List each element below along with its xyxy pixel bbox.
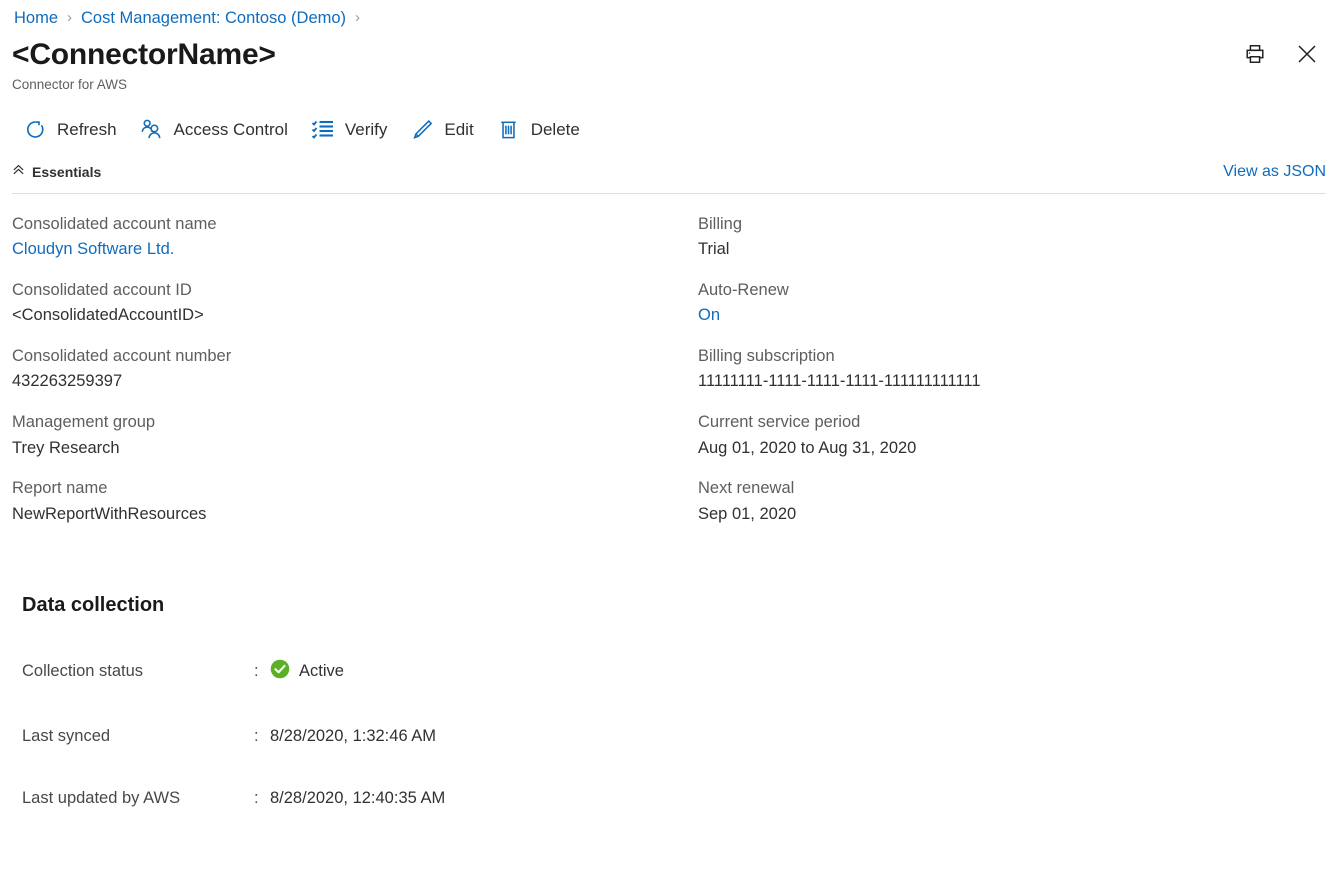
property-value: <ConsolidatedAccountID>: [12, 306, 204, 325]
property-label: Consolidated account name: [12, 214, 217, 233]
status-text: Active: [299, 662, 344, 681]
pencil-icon: [409, 117, 435, 143]
property-auto-renew: Auto-Renew On: [698, 278, 1340, 329]
refresh-icon: [22, 117, 48, 143]
window-actions: [1240, 40, 1322, 70]
status-badge: Active: [270, 659, 344, 684]
property-consolidated-account-name: Consolidated account name Cloudyn Softwa…: [12, 212, 698, 263]
close-button[interactable]: [1292, 40, 1322, 70]
property-label: Consolidated account number: [12, 346, 232, 365]
success-check-icon: [270, 659, 290, 684]
people-icon: [139, 117, 165, 143]
property-label: Consolidated account ID: [12, 280, 192, 299]
row-value: Active: [270, 659, 344, 684]
data-collection-title: Data collection: [22, 594, 165, 617]
edit-label: Edit: [444, 120, 474, 140]
delete-label: Delete: [530, 120, 580, 140]
verify-button[interactable]: Verify: [304, 112, 404, 148]
property-value: Aug 01, 2020 to Aug 31, 2020: [698, 438, 917, 457]
connector-details-page: Home › Cost Management: Contoso (Demo) ›…: [0, 0, 1340, 881]
data-collection-section: Data collection Collection status : Acti…: [0, 594, 1340, 808]
access-control-label: Access Control: [173, 120, 288, 140]
close-icon: [1295, 42, 1319, 69]
property-report-name: Report name NewReportWithResources: [12, 476, 698, 527]
property-value: 432263259397: [12, 372, 123, 391]
breadcrumb-item-cost-management[interactable]: Cost Management: Contoso (Demo): [81, 9, 346, 28]
delete-button[interactable]: Delete: [490, 112, 596, 148]
breadcrumb: Home › Cost Management: Contoso (Demo) ›: [0, 0, 1340, 30]
property-value: NewReportWithResources: [12, 504, 207, 523]
refresh-button[interactable]: Refresh: [16, 112, 133, 148]
property-value: Sep 01, 2020: [698, 504, 797, 523]
property-label: Report name: [12, 479, 108, 498]
page-title: <ConnectorName>: [12, 38, 276, 71]
refresh-label: Refresh: [57, 120, 117, 140]
row-value: 8/28/2020, 1:32:46 AM: [270, 727, 437, 746]
row-label: Collection status: [22, 662, 144, 681]
property-consolidated-account-id: Consolidated account ID <ConsolidatedAcc…: [12, 278, 698, 329]
property-billing-subscription: Billing subscription 11111111-1111-1111-…: [698, 344, 1340, 395]
print-button[interactable]: [1240, 40, 1270, 70]
property-label: Billing subscription: [698, 346, 835, 365]
checklist-icon: [310, 117, 336, 143]
property-label: Current service period: [698, 412, 861, 431]
properties-left-column: Consolidated account name Cloudyn Softwa…: [12, 212, 698, 543]
edit-button[interactable]: Edit: [403, 112, 489, 148]
essentials-header: Essentials View as JSON: [0, 159, 1340, 185]
essentials-toggle[interactable]: Essentials: [12, 163, 101, 181]
chevron-double-up-icon: [12, 163, 25, 181]
property-value: Trial: [698, 240, 730, 259]
property-label: Auto-Renew: [698, 280, 789, 299]
access-control-button[interactable]: Access Control: [133, 112, 304, 148]
property-label: Management group: [12, 412, 156, 431]
view-as-json-link[interactable]: View as JSON: [1223, 163, 1326, 181]
page-subtitle: Connector for AWS: [12, 76, 128, 92]
row-colon: :: [254, 727, 259, 746]
breadcrumb-separator-icon: ›: [67, 8, 73, 26]
row-value: 8/28/2020, 12:40:35 AM: [270, 789, 446, 808]
breadcrumb-separator-icon: ›: [355, 8, 361, 26]
row-colon: :: [254, 662, 259, 681]
property-next-renewal: Next renewal Sep 01, 2020: [698, 476, 1340, 527]
row-label: Last updated by AWS: [22, 789, 181, 808]
data-collection-row-collection-status: Collection status : Active: [22, 659, 1340, 684]
breadcrumb-item-home[interactable]: Home: [14, 9, 58, 28]
property-current-service-period: Current service period Aug 01, 2020 to A…: [698, 410, 1340, 461]
data-collection-row-last-synced: Last synced : 8/28/2020, 1:32:46 AM: [22, 727, 1340, 746]
print-icon: [1244, 43, 1266, 68]
property-value: Trey Research: [12, 438, 120, 457]
property-value[interactable]: Cloudyn Software Ltd.: [12, 237, 698, 263]
essentials-title: Essentials: [32, 163, 102, 180]
essentials-properties: Consolidated account name Cloudyn Softwa…: [0, 194, 1340, 543]
property-billing: Billing Trial: [698, 212, 1340, 263]
verify-label: Verify: [344, 120, 388, 140]
trash-icon: [496, 117, 522, 143]
page-header: <ConnectorName> Connector for AWS: [0, 30, 1340, 92]
data-collection-row-last-updated-by-aws: Last updated by AWS : 8/28/2020, 12:40:3…: [22, 789, 1340, 808]
row-label: Last synced: [22, 727, 111, 746]
command-bar: Refresh Access Control Verify Edit Delet…: [0, 109, 1340, 151]
property-management-group: Management group Trey Research: [12, 410, 698, 461]
property-label: Billing: [698, 214, 743, 233]
property-value: 11111111-1111-1111-1111-111111111111: [698, 372, 981, 391]
row-colon: :: [254, 789, 259, 808]
properties-right-column: Billing Trial Auto-Renew On Billing subs…: [698, 212, 1340, 543]
property-value[interactable]: On: [698, 303, 1340, 329]
property-label: Next renewal: [698, 479, 795, 498]
property-consolidated-account-number: Consolidated account number 432263259397: [12, 344, 698, 395]
